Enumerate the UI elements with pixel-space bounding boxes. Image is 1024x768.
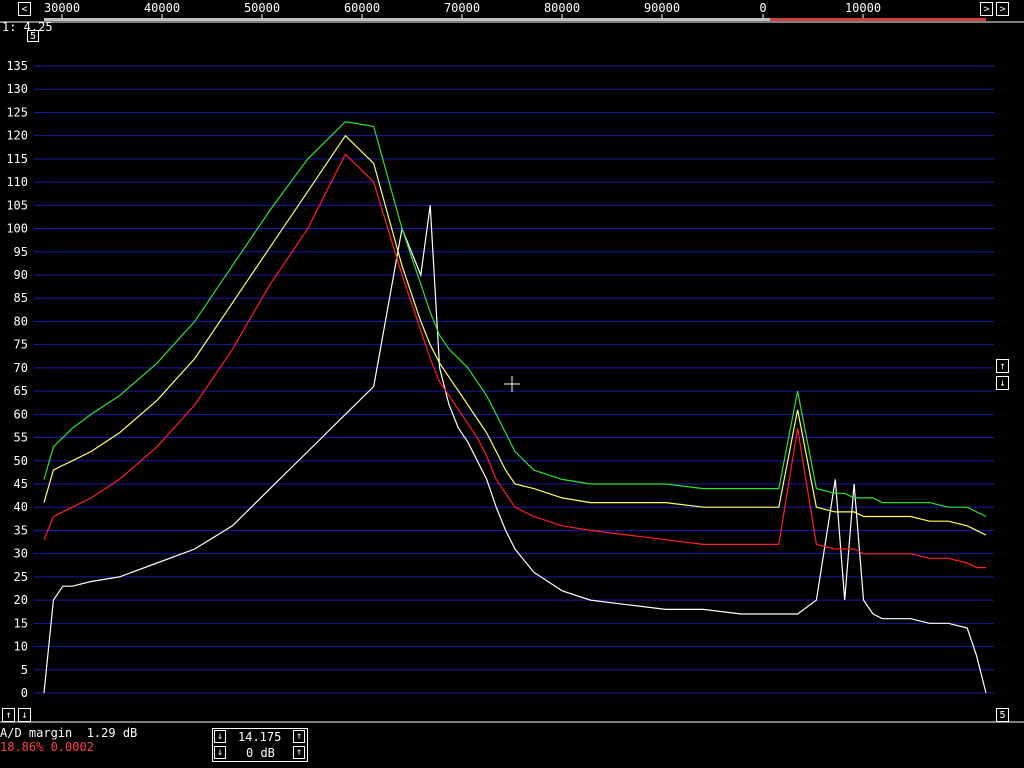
freq-up-button[interactable]: ↑ <box>293 730 305 743</box>
y-tick-label: 40 <box>14 500 28 514</box>
y-tick-label: 35 <box>14 523 28 537</box>
y-tick-label: 105 <box>6 198 28 212</box>
y-tick-label: 85 <box>14 291 28 305</box>
y-tick-label: 90 <box>14 268 28 282</box>
trace-red <box>43 153 986 569</box>
y-tick-label: 20 <box>14 593 28 607</box>
y-tick-label: 130 <box>6 82 28 96</box>
frequency-tick-label: 40000 <box>144 1 180 15</box>
gain-value[interactable]: 0 dB <box>246 746 275 760</box>
crosshair-cursor <box>504 376 520 392</box>
freq-down-button[interactable]: ↓ <box>214 730 226 743</box>
gain-up-button[interactable]: ↑ <box>293 746 305 759</box>
status-line: 18.86% 0.0002 <box>0 740 94 754</box>
trace-white <box>43 205 987 694</box>
frequency-tick-label: 70000 <box>444 1 480 15</box>
frequency-tick-label: 0 <box>759 1 766 15</box>
zoom-up-button[interactable]: ↑ <box>996 359 1009 373</box>
zoom-down-button[interactable]: ↓ <box>996 376 1009 390</box>
trace-yellow <box>43 134 987 536</box>
frequency-tick-label: 10000 <box>845 1 881 15</box>
gain-down-button[interactable]: ↓ <box>214 746 226 759</box>
bottom-right-button[interactable]: 5 <box>996 708 1009 722</box>
frequency-tick-label: 30000 <box>44 1 80 15</box>
y-tick-label: 120 <box>6 129 28 143</box>
level-up-button[interactable]: ↑ <box>2 708 15 722</box>
frequency-tick-label: 80000 <box>544 1 580 15</box>
y-tick-label: 110 <box>6 175 28 189</box>
frequency-tick-label: 50000 <box>244 1 280 15</box>
y-tick-label: 50 <box>14 454 28 468</box>
y-tick-label: 65 <box>14 384 28 398</box>
grid-lines <box>0 21 1024 723</box>
y-tick-label: 5 <box>21 663 28 677</box>
frequency-value[interactable]: 14.175 <box>238 730 281 744</box>
y-tick-label: 55 <box>14 431 28 445</box>
spectrum-plot[interactable]: 1351301251201151101051009590858075706560… <box>0 0 1024 768</box>
y-tick-label: 80 <box>14 314 28 328</box>
trace-green <box>43 121 987 518</box>
y-tick-label: 25 <box>14 570 28 584</box>
ad-margin-label: A/D margin 1.29 dB <box>0 726 138 740</box>
y-tick-label: 135 <box>6 59 28 73</box>
y-tick-label: 60 <box>14 407 28 421</box>
y-tick-label: 0 <box>21 686 28 700</box>
frequency-labels: 30000 40000 50000 60000 70000 80000 90000 0 1000… <box>44 1 986 21</box>
frequency-tick-label: 90000 <box>644 1 680 15</box>
y-tick-label: 10 <box>14 640 28 654</box>
y-tick-label: 70 <box>14 361 28 375</box>
level-down-button[interactable]: ↓ <box>18 708 31 722</box>
y-tick-label: 45 <box>14 477 28 491</box>
waterfall-stripe-active <box>770 18 986 21</box>
spectrum-traces <box>43 121 987 694</box>
y-tick-label: 100 <box>6 222 28 236</box>
y-tick-label: 15 <box>14 616 28 630</box>
y-tick-label: 30 <box>14 547 28 561</box>
y-tick-label: 115 <box>6 152 28 166</box>
y-axis-labels: 1351301251201151101051009590858075706560… <box>6 59 28 700</box>
y-tick-label: 125 <box>6 105 28 119</box>
y-tick-label: 95 <box>14 245 28 259</box>
frequency-tick-label: 60000 <box>344 1 380 15</box>
y-tick-label: 75 <box>14 338 28 352</box>
